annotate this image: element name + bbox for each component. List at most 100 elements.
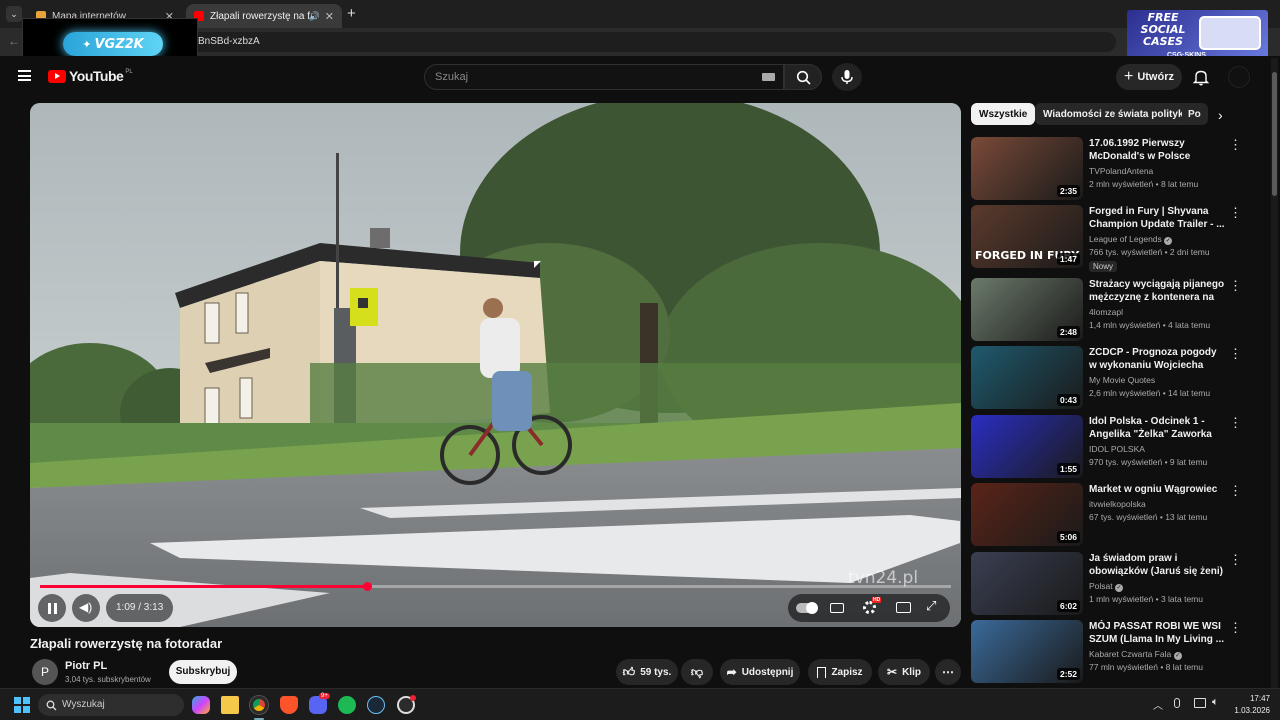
notifications-bell-icon[interactable] <box>1193 69 1209 86</box>
menu-icon[interactable] <box>18 70 31 81</box>
rec-title[interactable]: ZCDCP - Prognoza pogody w wykonaniu Wojc… <box>1089 346 1225 372</box>
rec-title[interactable]: MÓJ PASSAT ROBI WE WSI SZUM (Llama In My… <box>1089 620 1225 646</box>
windows-start-icon[interactable] <box>14 697 30 713</box>
recommended-video[interactable]: 1:55 Idol Polska - Odcinek 1 - Angelika "… <box>971 415 1261 479</box>
create-button[interactable]: + Utwórz <box>1116 64 1182 90</box>
clock[interactable]: 17:47 1.03.2026 <box>1228 693 1270 717</box>
more-vertical-icon[interactable]: ⋮ <box>1229 552 1242 568</box>
recommended-video[interactable]: 5:06 Market w ogniu Wągrowiec itvwielkopol… <box>971 483 1261 547</box>
rec-title[interactable]: 17.06.1992 Pierwszy McDonald's w Polsce <box>1089 137 1225 163</box>
video-thumbnail[interactable]: 5:06 <box>971 483 1083 546</box>
tab-label: Złapali rowerzystę na fotora <box>210 10 310 22</box>
pause-button[interactable] <box>38 594 66 622</box>
share-button[interactable]: ➦ Udostępnij <box>720 659 800 685</box>
video-player[interactable]: tvn24.pl ◀) 1:09 / 3:13 HD ⤢ <box>30 103 961 627</box>
speaker-icon[interactable]: 🔊 <box>309 11 320 22</box>
recommended-video[interactable]: 2:35 17.06.1992 Pierwszy McDonald's w Pol… <box>971 137 1261 201</box>
twitter-bird-icon: ✦ <box>82 38 92 51</box>
video-thumbnail[interactable]: 1:55 <box>971 415 1083 478</box>
new-tab-button[interactable]: + <box>347 5 356 22</box>
rec-channel[interactable]: Polsat ✓ <box>1089 581 1123 592</box>
video-thumbnail[interactable]: 2:52 <box>971 620 1083 683</box>
page-scrollbar[interactable] <box>1271 58 1278 688</box>
video-thumbnail[interactable]: 6:02 <box>971 552 1083 615</box>
clip-button[interactable]: ✂ Klip <box>878 659 930 685</box>
back-arrow-icon[interactable]: ← <box>8 34 20 48</box>
more-actions-button[interactable]: ⋯ <box>935 659 961 685</box>
rec-title[interactable]: Market w ogniu Wągrowiec <box>1089 483 1225 496</box>
scrollbar-thumb[interactable] <box>1272 72 1277 196</box>
rec-title[interactable]: Forged in Fury | Shyvana Champion Update… <box>1089 205 1225 231</box>
autoplay-toggle[interactable] <box>796 602 818 614</box>
microphone-tray-icon[interactable] <box>1174 698 1180 708</box>
more-vertical-icon[interactable]: ⋮ <box>1229 483 1242 499</box>
more-vertical-icon[interactable]: ⋮ <box>1229 620 1242 636</box>
rec-title[interactable]: Ja świadom praw i obowiązków (Jaruś się … <box>1089 552 1225 578</box>
more-vertical-icon[interactable]: ⋮ <box>1229 346 1242 362</box>
rec-channel[interactable]: IDOL POLSKA <box>1089 444 1145 454</box>
taskbar-search[interactable]: Wyszukaj <box>38 694 184 716</box>
rec-channel[interactable]: My Movie Quotes <box>1089 375 1155 385</box>
steam-icon[interactable] <box>367 696 385 714</box>
rec-title[interactable]: Idol Polska - Odcinek 1 - Angelika "Żelk… <box>1089 415 1225 441</box>
rec-channel[interactable]: TVPolandAntena <box>1089 166 1153 176</box>
more-vertical-icon[interactable]: ⋮ <box>1229 205 1242 221</box>
tab-youtube-video[interactable]: Złapali rowerzystę na fotora 🔊 ✕ <box>186 4 342 28</box>
rec-channel[interactable]: Kabaret Czwarta Fala ✓ <box>1089 649 1182 660</box>
rec-channel-name: Kabaret Czwarta Fala <box>1089 649 1172 659</box>
search-button[interactable] <box>784 64 822 90</box>
dislike-button[interactable]: 👎︎ <box>681 659 713 685</box>
brave-icon[interactable] <box>280 696 298 714</box>
voice-search-button[interactable] <box>832 63 862 91</box>
theater-mode-icon[interactable] <box>896 602 911 613</box>
url-field[interactable]: BnSBd-xzbzA <box>36 32 1116 52</box>
progress-bar[interactable] <box>40 585 951 588</box>
duration-badge: 0:43 <box>1056 394 1080 406</box>
copilot-icon[interactable] <box>192 696 210 714</box>
channel-avatar[interactable]: P <box>32 659 58 685</box>
like-button[interactable]: 👍︎ 59 tys. <box>616 659 678 685</box>
fullscreen-icon[interactable]: ⤢ <box>926 598 936 614</box>
spotify-icon[interactable] <box>338 696 356 714</box>
video-thumbnail[interactable]: 0:43 <box>971 346 1083 409</box>
pause-icon <box>48 603 51 614</box>
video-thumbnail[interactable]: 2:48 <box>971 278 1083 341</box>
more-vertical-icon[interactable]: ⋮ <box>1229 137 1242 153</box>
subscribe-button[interactable]: Subskrybuj <box>169 660 237 684</box>
rec-title[interactable]: Strażacy wyciągają pijanego mężczyznę z … <box>1089 278 1225 304</box>
search-input[interactable]: Szukaj <box>424 64 784 90</box>
volume-tray-icon[interactable]: 🔈︎ <box>1212 696 1219 709</box>
video-thumbnail[interactable]: FORGED IN FURY 1:47 <box>971 205 1083 268</box>
chrome-icon[interactable] <box>250 696 268 714</box>
recommended-video[interactable]: FORGED IN FURY 1:47 Forged in Fury | Shyva… <box>971 205 1261 272</box>
more-vertical-icon[interactable]: ⋮ <box>1229 415 1242 431</box>
recommended-video[interactable]: 0:43 ZCDCP - Prognoza pogody w wykonaniu … <box>971 346 1261 410</box>
channel-name[interactable]: Piotr PL <box>65 660 107 672</box>
subtitles-icon[interactable] <box>830 603 844 613</box>
rec-channel[interactable]: 4lomzapl <box>1089 307 1123 317</box>
chip-more[interactable]: Po <box>1182 103 1208 125</box>
youtube-logo[interactable]: YouTube PL <box>48 68 133 84</box>
more-vertical-icon[interactable]: ⋮ <box>1229 278 1242 294</box>
more-horizontal-icon: ⋯ <box>942 665 954 679</box>
close-tab-icon[interactable]: ✕ <box>325 10 334 23</box>
account-avatar[interactable] <box>1228 66 1250 88</box>
save-button[interactable]: Zapisz <box>808 659 872 685</box>
video-title: Złapali rowerzystę na fotoradar <box>30 636 223 651</box>
video-thumbnail[interactable]: 2:35 <box>971 137 1083 200</box>
recommended-video[interactable]: 2:48 Strażacy wyciągają pijanego mężczyzn… <box>971 278 1261 342</box>
chip-politics[interactable]: Wiadomości ze świata polityki <box>1035 103 1195 125</box>
file-explorer-icon[interactable] <box>221 696 239 714</box>
tab-list-chevron-icon[interactable]: ⌄ <box>6 6 22 22</box>
chip-all[interactable]: Wszystkie <box>971 103 1036 125</box>
keyboard-icon[interactable] <box>762 73 775 81</box>
ad-overlay[interactable]: FREE SOCIAL CASES CSG·SKINS <box>1127 10 1268 62</box>
network-icon[interactable] <box>1194 698 1206 708</box>
recommended-video[interactable]: 2:52 MÓJ PASSAT ROBI WE WSI SZUM (Llama I… <box>971 620 1261 684</box>
rec-channel[interactable]: League of Legends ✓ <box>1089 234 1173 245</box>
rec-channel[interactable]: itvwielkopolska <box>1089 499 1146 509</box>
volume-button[interactable]: ◀) <box>72 594 100 622</box>
recommended-video[interactable]: 6:02 Ja świadom praw i obowiązków (Jaruś … <box>971 552 1261 616</box>
chevron-right-icon[interactable]: › <box>1218 107 1223 123</box>
tray-chevron-icon[interactable]: ︿ <box>1153 697 1163 712</box>
